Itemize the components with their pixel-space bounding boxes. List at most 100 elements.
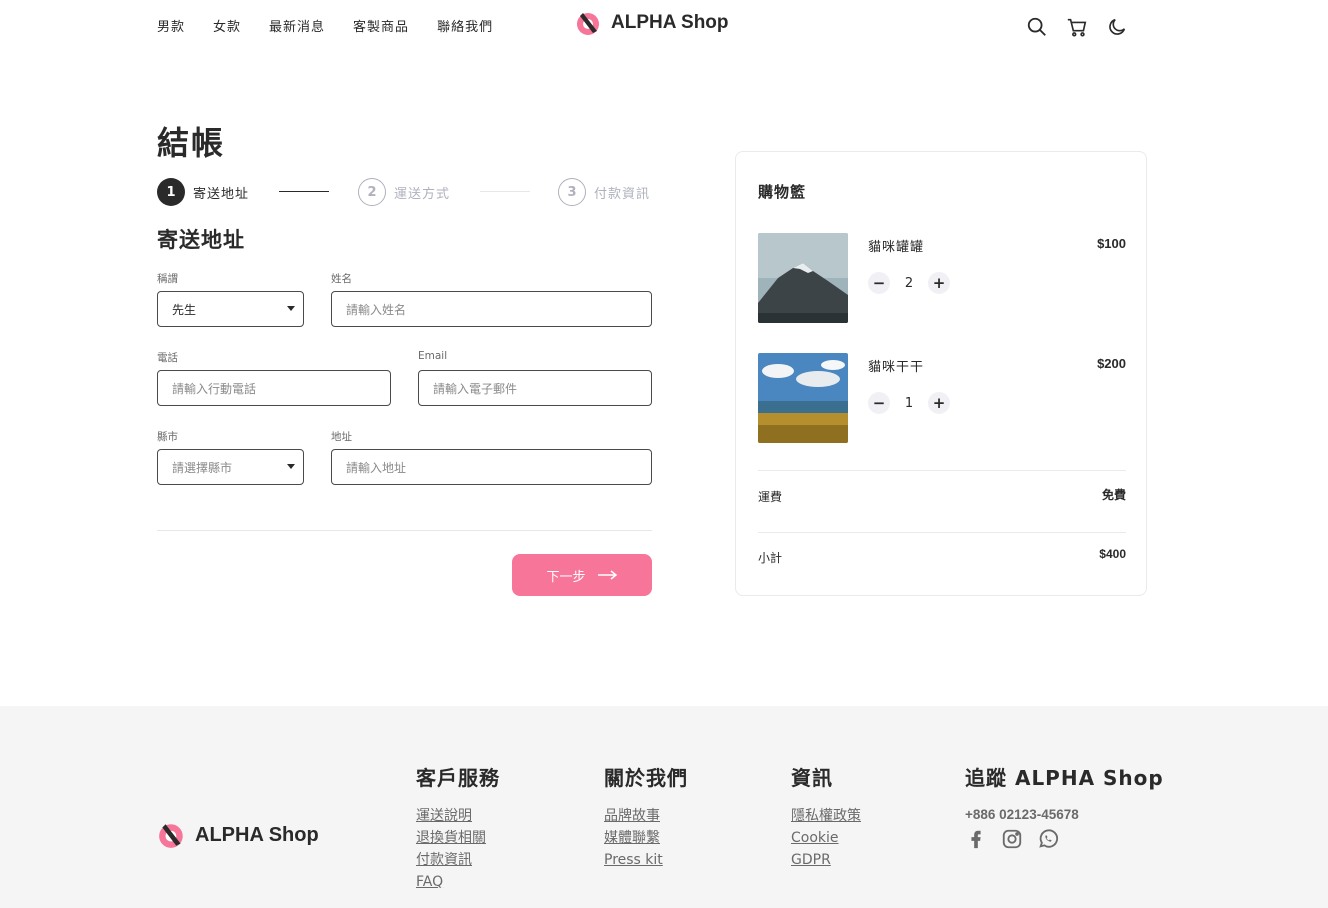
nav-custom[interactable]: 客製商品 (353, 16, 409, 35)
site-footer: ALPHA Shop 客戶服務 運送說明 退換貨相關 付款資訊 FAQ 關於我們… (0, 706, 1328, 908)
plus-button[interactable]: + (928, 272, 950, 294)
footer-link[interactable]: 品牌故事 (604, 807, 688, 825)
product-name: 貓咪干干 (868, 360, 925, 375)
quantity-value: 2 (904, 275, 914, 291)
step-label: 運送方式 (394, 186, 451, 202)
address-field: 地址 請輸入地址 (331, 429, 652, 485)
moon-icon[interactable] (1106, 16, 1128, 38)
input-placeholder: 請輸入電子郵件 (433, 381, 518, 396)
salutation-field: 稱謂 先生 (157, 271, 304, 327)
footer-link[interactable]: 付款資訊 (416, 851, 500, 869)
header-logo[interactable]: ALPHA Shop (575, 9, 729, 37)
input-placeholder: 請輸入行動電話 (172, 381, 257, 396)
step-number: 3 (558, 178, 586, 206)
footer-link[interactable]: Cookie (791, 829, 861, 847)
brand-name: ALPHA Shop (195, 823, 319, 846)
input-placeholder: 請輸入地址 (346, 460, 407, 475)
city-field: 縣市 請選擇縣市 (157, 429, 304, 485)
step-payment: 3 付款資訊 (558, 178, 650, 206)
step-shipping: 2 運送方式 (358, 178, 450, 206)
name-field: 姓名 請輸入姓名 (331, 271, 652, 327)
nav-women[interactable]: 女款 (213, 16, 241, 35)
form-title: 寄送地址 (157, 228, 245, 252)
salutation-select[interactable]: 先生 (157, 291, 304, 327)
footer-link[interactable]: 媒體聯繫 (604, 829, 688, 847)
cart-divider (758, 532, 1126, 533)
select-value: 先生 (172, 302, 197, 317)
footer-col-about: 關於我們 品牌故事 媒體聯繫 Press kit (604, 762, 688, 873)
search-icon[interactable] (1026, 16, 1048, 38)
step-number: 1 (157, 178, 185, 206)
footer-link[interactable]: FAQ (416, 873, 500, 891)
instagram-icon[interactable] (1001, 828, 1023, 850)
cart-item: 貓咪干干 $200 − 1 + (758, 353, 1126, 443)
whatsapp-icon[interactable] (1037, 828, 1059, 850)
select-placeholder: 請選擇縣市 (172, 460, 233, 475)
name-input[interactable]: 請輸入姓名 (331, 291, 652, 327)
email-input[interactable]: 請輸入電子郵件 (418, 370, 652, 406)
field-label: 稱謂 (157, 273, 178, 285)
page-title: 結帳 (157, 124, 226, 162)
step-number: 2 (358, 178, 386, 206)
arrow-right-icon (597, 570, 617, 580)
product-price: $100 (1097, 236, 1126, 251)
step-address: 1 寄送地址 (157, 178, 249, 206)
footer-col-service: 客戶服務 運送說明 退換貨相關 付款資訊 FAQ (416, 762, 500, 895)
step-label: 寄送地址 (193, 186, 250, 202)
cart-item: 貓咪罐罐 $100 − 2 + (758, 233, 1126, 323)
phone-field: 電話 請輸入行動電話 (157, 350, 391, 406)
minus-button[interactable]: − (868, 272, 890, 294)
city-select[interactable]: 請選擇縣市 (157, 449, 304, 485)
field-label: 電話 (157, 352, 178, 364)
quantity-stepper: − 2 + (868, 272, 950, 294)
footer-phone: +886 02123-45678 (965, 807, 1079, 822)
quantity-stepper: − 1 + (868, 392, 950, 414)
product-image (758, 353, 848, 443)
facebook-icon[interactable] (965, 828, 987, 850)
next-step-button[interactable]: 下一步 (512, 554, 652, 596)
step-label: 付款資訊 (594, 186, 651, 202)
email-field: Email 請輸入電子郵件 (418, 350, 652, 406)
footer-link[interactable]: 隱私權政策 (791, 807, 861, 825)
footer-link[interactable]: 退換貨相關 (416, 829, 500, 847)
minus-button[interactable]: − (868, 392, 890, 414)
plus-button[interactable]: + (928, 392, 950, 414)
footer-col-follow: 追蹤 ALPHA Shop +886 02123-45678 (965, 762, 1164, 850)
shipping-value: 免費 (1101, 488, 1126, 502)
caret-down-icon (287, 306, 295, 311)
subtotal-label: 小計 (758, 551, 783, 565)
footer-heading: 追蹤 ALPHA Shop (965, 766, 1164, 790)
footer-heading: 關於我們 (604, 766, 688, 790)
quantity-value: 1 (904, 395, 914, 411)
field-label: 姓名 (331, 273, 352, 285)
step-connector (480, 191, 530, 192)
phone-input[interactable]: 請輸入行動電話 (157, 370, 391, 406)
address-input[interactable]: 請輸入地址 (331, 449, 652, 485)
footer-heading: 資訊 (791, 766, 833, 790)
footer-logo[interactable]: ALPHA Shop (157, 820, 319, 850)
form-divider (157, 530, 652, 531)
checkout-stepper: 1 寄送地址 2 運送方式 3 付款資訊 (157, 178, 657, 208)
brand-name: ALPHA Shop (611, 12, 729, 33)
brand-logo-icon (577, 13, 599, 35)
caret-down-icon (287, 464, 295, 469)
nav-contact[interactable]: 聯絡我們 (437, 16, 493, 35)
footer-link[interactable]: 運送說明 (416, 807, 500, 825)
footer-col-info: 資訊 隱私權政策 Cookie GDPR (791, 762, 861, 873)
brand-logo-icon (159, 824, 183, 848)
footer-heading: 客戶服務 (416, 766, 500, 790)
product-price: $200 (1097, 356, 1126, 371)
cart-icon[interactable] (1066, 16, 1088, 38)
footer-link[interactable]: Press kit (604, 851, 688, 869)
header-actions (1026, 16, 1128, 38)
next-button-label: 下一步 (546, 569, 586, 585)
cart-panel: 購物籃 貓咪罐罐 $100 − 2 + 貓咪干干 $200 − 1 + 運費 免… (735, 151, 1147, 596)
social-links (965, 828, 1164, 850)
nav-men[interactable]: 男款 (157, 16, 185, 35)
cart-title: 購物籃 (758, 183, 807, 201)
product-image (758, 233, 848, 323)
step-connector (279, 191, 329, 192)
cart-divider (758, 470, 1126, 471)
nav-news[interactable]: 最新消息 (269, 16, 325, 35)
footer-link[interactable]: GDPR (791, 851, 861, 869)
